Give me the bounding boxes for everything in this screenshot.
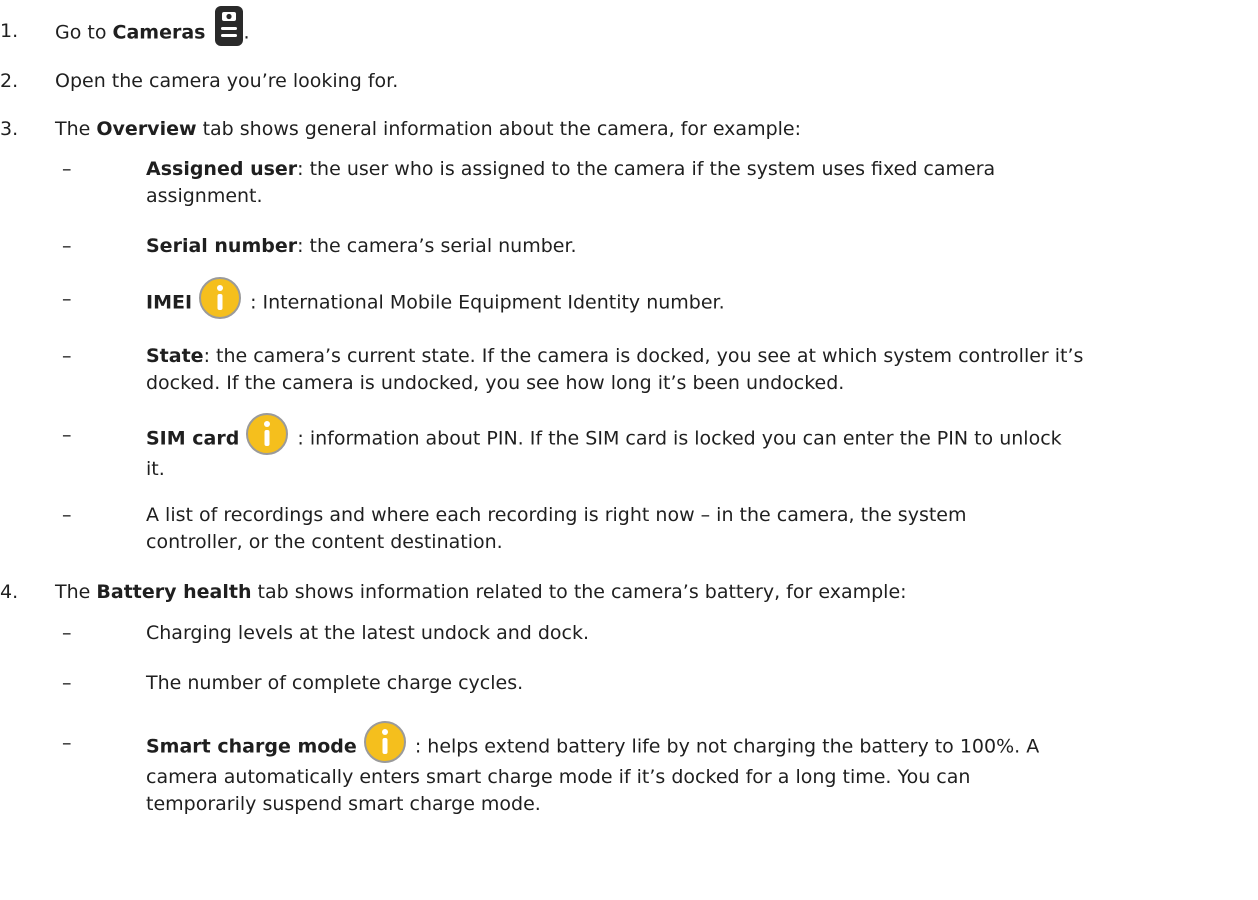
list-item-text: IMEI : International Mobile Equipment Id… <box>146 277 1246 320</box>
imei-label: IMEI <box>146 291 193 314</box>
step-text: The Battery health tab shows information… <box>55 579 1255 606</box>
serial-number-label: Serial number <box>146 235 298 257</box>
list-item-text: A list of recordings and where each reco… <box>146 502 1246 556</box>
list-item-text: SIM card : information about PIN. If the… <box>146 413 1246 483</box>
list-item-desc: : information about PIN. If the SIM card… <box>291 427 1062 450</box>
list-item-desc-cont: assignment. <box>146 185 263 207</box>
step-text-pre: The <box>55 581 97 603</box>
step-text: Go to Cameras . <box>55 6 1255 48</box>
sim-card-label: SIM card <box>146 427 240 450</box>
list-item-text: Serial number: the camera’s serial numbe… <box>146 233 1246 260</box>
step-number: 4. <box>0 581 19 603</box>
dash-bullet: – <box>62 672 72 694</box>
step-number: 3. <box>0 118 19 140</box>
list-item-desc-cont: docked. If the camera is undocked, you s… <box>146 372 845 394</box>
list-item-desc: : the camera’s serial number. <box>297 235 577 257</box>
list-item-desc-cont: temporarily suspend smart charge mode. <box>146 793 541 815</box>
list-item-desc: : the user who is assigned to the camera… <box>297 158 996 180</box>
camera-icon <box>214 4 244 48</box>
step-text: Open the camera you’re looking for. <box>55 70 399 92</box>
step-number: 2. <box>0 70 19 92</box>
list-item-desc-cont: camera automatically enters smart charge… <box>146 766 971 788</box>
list-item-text: State: the camera’s current state. If th… <box>146 343 1246 397</box>
dash-bullet: – <box>62 622 72 644</box>
step-text-post: . <box>243 21 250 44</box>
step-text-pre: The <box>55 118 97 140</box>
step-text: The Overview tab shows general informati… <box>55 116 1255 143</box>
assigned-user-label: Assigned user <box>146 158 298 180</box>
step-text-pre: Go to <box>55 21 113 44</box>
list-item-desc: : International Mobile Equipment Identit… <box>244 291 725 314</box>
overview-label: Overview <box>96 118 197 140</box>
instruction-document: 1. Go to Cameras . 2. Open the camera yo… <box>0 0 1258 900</box>
smart-charge-mode-label: Smart charge mode <box>146 735 357 758</box>
list-item-desc-cont: it. <box>146 458 165 480</box>
dash-bullet: – <box>62 732 72 754</box>
list-item-desc: Charging levels at the latest undock and… <box>146 622 590 644</box>
dash-bullet: – <box>62 504 72 526</box>
dash-bullet: – <box>62 345 72 367</box>
list-item-desc: A list of recordings and where each reco… <box>146 504 967 526</box>
list-item-desc: : the camera’s current state. If the cam… <box>203 345 1084 367</box>
dash-bullet: – <box>62 288 72 310</box>
info-icon <box>245 412 289 456</box>
list-item-desc-cont: controller, or the content destination. <box>146 531 503 553</box>
list-item-desc: : helps extend battery life by not charg… <box>408 735 1040 758</box>
step-text-post: tab shows information related to the cam… <box>251 581 907 603</box>
info-icon <box>363 720 407 764</box>
list-item-desc: The number of complete charge cycles. <box>146 672 524 694</box>
dash-bullet: – <box>62 424 72 446</box>
battery-health-label: Battery health <box>96 581 252 603</box>
cameras-label: Cameras <box>112 21 206 44</box>
info-icon <box>198 276 242 320</box>
list-item-text: Assigned user: the user who is assigned … <box>146 156 1246 210</box>
dash-bullet: – <box>62 158 72 180</box>
dash-bullet: – <box>62 235 72 257</box>
step-number: 1. <box>0 20 19 42</box>
step-text-post: tab shows general information about the … <box>196 118 802 140</box>
list-item-text: Smart charge mode : helps extend battery… <box>146 721 1246 818</box>
state-label: State <box>146 345 204 367</box>
